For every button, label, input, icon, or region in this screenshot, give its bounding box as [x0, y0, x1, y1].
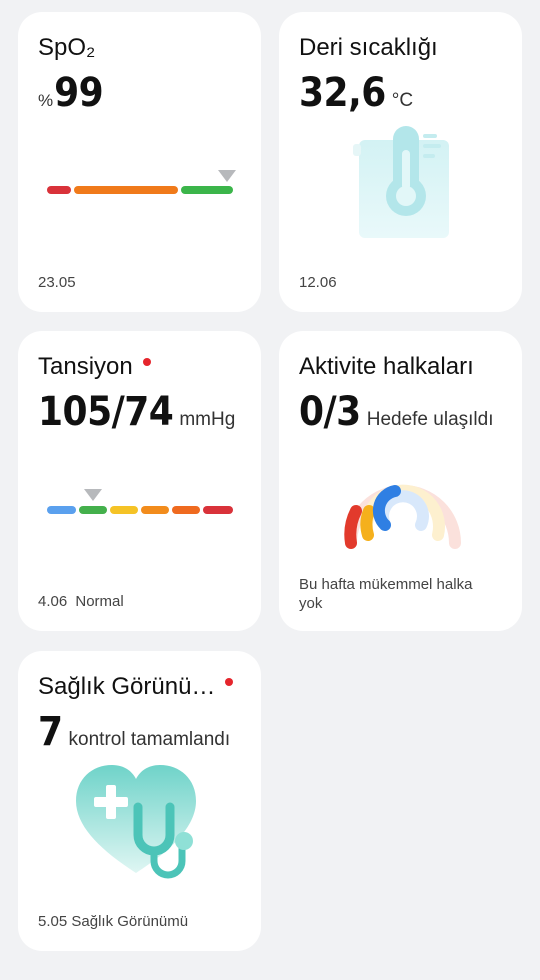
blood-pressure-footer: 4.06 Normal: [38, 593, 124, 610]
spo2-bar-mid: [74, 186, 178, 194]
spo2-prefix: %: [38, 91, 54, 110]
health-view-value-row: 7 kontrol tamamlandı: [38, 709, 230, 755]
health-view-date: 5.05: [38, 913, 68, 930]
notification-dot-icon: [142, 357, 151, 366]
blood-pressure-card[interactable]: Tansiyon 105/74 mmHg 4.06 Normal: [18, 331, 261, 631]
activity-value: 0/3: [299, 389, 361, 435]
bp-bar-4: [141, 506, 169, 514]
activity-unit: Hedefe ulaşıldı: [366, 409, 494, 430]
health-view-title-row: Sağlık Görünü…: [38, 673, 234, 701]
skin-temp-date: 12.06: [299, 274, 337, 291]
bp-bar-1: [47, 506, 76, 514]
spo2-value: 99: [54, 70, 104, 116]
bp-bar-3: [110, 506, 138, 514]
spo2-bar-low: [47, 186, 71, 194]
heart-stethoscope-icon: [72, 761, 212, 881]
activity-value-row: 0/3 Hedefe ulaşıldı: [299, 389, 493, 435]
spo2-marker-icon: [218, 170, 236, 182]
skin-temp-value: 32,6: [299, 70, 386, 116]
bp-bar-2: [79, 506, 107, 514]
spo2-bar-high: [181, 186, 233, 194]
bp-bar-5: [172, 506, 200, 514]
activity-title: Aktivite halkaları: [299, 353, 474, 380]
blood-pressure-status: Normal: [75, 593, 124, 610]
blood-pressure-date: 4.06: [38, 593, 68, 610]
spo2-value-row: % 99: [38, 70, 104, 116]
notification-dot-icon: [225, 677, 234, 686]
activity-rings-card[interactable]: Aktivite halkaları 0/3 Hedefe ulaşıldı B…: [279, 331, 522, 631]
blood-pressure-unit: mmHg: [179, 409, 236, 430]
thermometer-icon: [349, 122, 459, 242]
blood-pressure-title-row: Tansiyon: [38, 353, 151, 381]
spo2-title: SpO₂: [38, 34, 96, 61]
spo2-date: 23.05: [38, 274, 76, 291]
bp-bar-6: [203, 506, 233, 514]
blood-pressure-value: 105/74: [38, 389, 174, 435]
health-view-title: Sağlık Görünü…: [38, 673, 216, 700]
activity-footer: Bu hafta mükemmel halka yok: [299, 576, 473, 612]
health-view-value: 7: [38, 709, 63, 755]
health-view-footer: 5.05 Sağlık Görünümü: [38, 913, 188, 930]
bp-marker-icon: [84, 489, 102, 501]
health-view-footer-label: Sağlık Görünümü: [71, 913, 189, 930]
blood-pressure-value-row: 105/74 mmHg: [38, 389, 235, 435]
skin-temp-card[interactable]: Deri sıcaklığı 32,6 °C 12.06: [279, 12, 522, 312]
health-view-card[interactable]: Sağlık Görünü… 7 kontrol tamamlandı 5.05…: [18, 651, 261, 951]
skin-temp-title: Deri sıcaklığı: [299, 34, 438, 61]
skin-temp-value-row: 32,6 °C: [299, 70, 413, 116]
activity-rings-icon: [339, 441, 463, 551]
skin-temp-unit: °C: [391, 90, 414, 111]
spo2-card[interactable]: SpO₂ % 99 23.05: [18, 12, 261, 312]
blood-pressure-title: Tansiyon: [38, 353, 133, 380]
health-view-unit: kontrol tamamlandı: [68, 729, 231, 750]
